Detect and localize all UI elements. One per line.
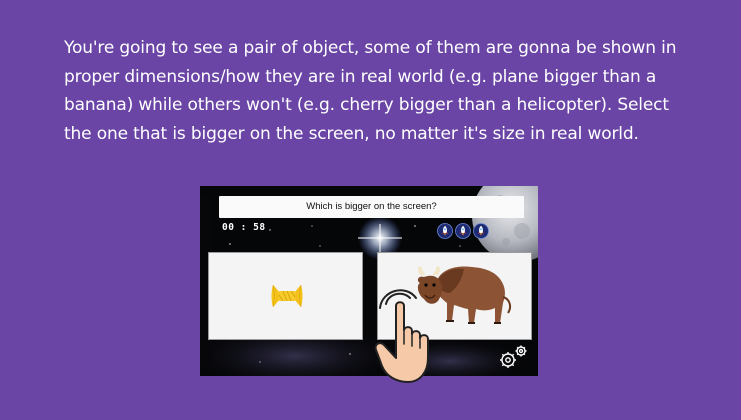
rocket-life-icon xyxy=(473,223,489,239)
bow-tie-pasta-image xyxy=(271,284,303,308)
lives-indicator xyxy=(437,223,489,239)
countdown-timer: 00 : 58 xyxy=(222,222,266,233)
game-screenshot: Which is bigger on the screen? 00 : 58 xyxy=(200,186,538,376)
rocket-life-icon xyxy=(455,223,471,239)
choice-card-left[interactable] xyxy=(208,252,363,340)
question-banner: Which is bigger on the screen? xyxy=(219,196,524,218)
settings-gears-icon[interactable] xyxy=(496,342,530,372)
instruction-text: You're going to see a pair of object, so… xyxy=(64,38,677,144)
rocket-life-icon xyxy=(437,223,453,239)
tap-hand-icon xyxy=(374,289,429,383)
